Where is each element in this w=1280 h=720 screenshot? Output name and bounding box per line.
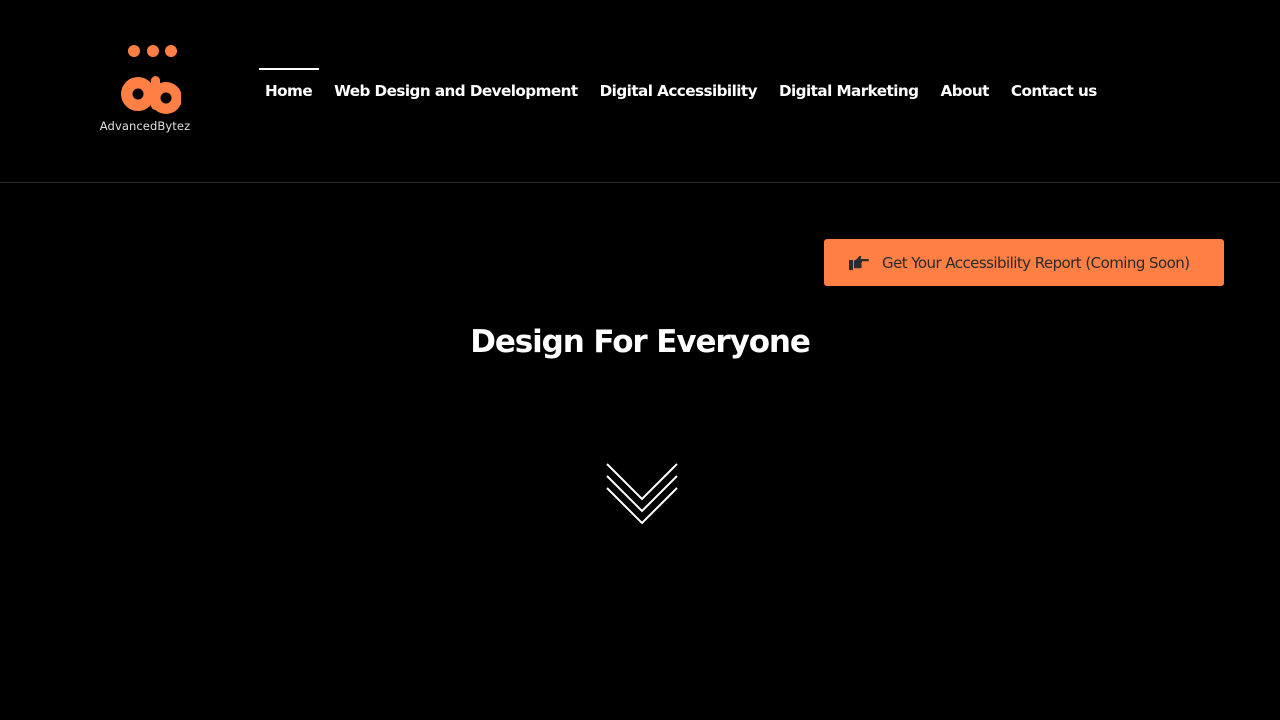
nav-item-web-design[interactable]: Web Design and Development (334, 68, 578, 100)
nav-item-about[interactable]: About (941, 68, 990, 100)
site-header: AdvancedBytez Home Web Design and Develo… (0, 0, 1280, 183)
site-logo[interactable]: AdvancedBytez (98, 40, 192, 146)
logo-mark-icon (121, 45, 181, 114)
nav-item-digital-marketing[interactable]: Digital Marketing (779, 68, 919, 100)
scroll-down-button[interactable] (604, 462, 680, 526)
accessibility-report-button[interactable]: Get Your Accessibility Report (Coming So… (824, 239, 1224, 286)
hero-title: Design For Everyone (470, 324, 811, 360)
chevrons-down-icon (606, 463, 678, 525)
nav-item-digital-accessibility[interactable]: Digital Accessibility (600, 68, 758, 100)
main-nav: Home Web Design and Development Digital … (259, 68, 1119, 108)
hand-pointing-right-icon (849, 255, 869, 270)
accessibility-report-label: Get Your Accessibility Report (Coming So… (882, 253, 1190, 272)
nav-item-home[interactable]: Home (259, 68, 320, 100)
nav-item-contact[interactable]: Contact us (1011, 68, 1097, 100)
brand-name: AdvancedBytez (99, 119, 191, 133)
